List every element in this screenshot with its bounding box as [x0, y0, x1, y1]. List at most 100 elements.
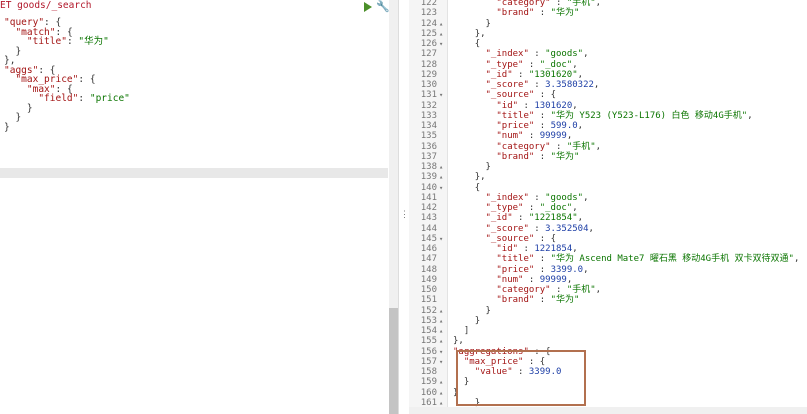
response-line: } — [485, 18, 491, 29]
line-number: 156 — [420, 346, 437, 357]
response-line: "brand" : "华为" — [496, 151, 580, 162]
fold-collapse-icon[interactable]: ▴ — [439, 306, 447, 316]
response-line: "_id" : "1301620", — [485, 69, 584, 80]
fold-collapse-icon[interactable]: ▴ — [439, 172, 447, 182]
response-line: "_source" : { — [485, 90, 556, 101]
fold-collapse-icon[interactable]: ▴ — [439, 388, 447, 398]
line-number: 128 — [420, 59, 437, 70]
response-line: "category" : "手机", — [496, 0, 602, 8]
response-horizontal-scrollbar[interactable] — [409, 407, 807, 414]
line-number: 149 — [420, 274, 437, 285]
line-number: 123 — [420, 8, 437, 19]
response-line: "brand" : "华为" — [496, 295, 580, 306]
response-line: }, — [474, 172, 486, 183]
line-number: 160 — [420, 387, 437, 398]
fold-expand-icon[interactable]: ▾ — [439, 234, 447, 244]
response-line: "_index" : "goods", — [485, 49, 589, 60]
line-number: 139 — [420, 172, 437, 183]
line-number: 130 — [420, 80, 437, 90]
line-number: 127 — [420, 49, 437, 60]
response-line: "_type" : "_doc", — [485, 203, 578, 213]
line-number: 142 — [420, 203, 437, 213]
left-scrollbar-thumb[interactable] — [389, 308, 398, 414]
wrench-icon[interactable]: 🔧 — [376, 1, 390, 12]
line-number: 129 — [420, 69, 437, 80]
response-line: }, — [474, 28, 486, 39]
aggregations-highlight-box — [456, 350, 586, 406]
line-number: 145 — [420, 233, 437, 244]
run-request-icon[interactable] — [364, 2, 372, 12]
request-editor[interactable]: ET goods/_search "query": { "match": { "t… — [0, 0, 388, 168]
request-editor-pane[interactable]: ET goods/_search "query": { "match": { "t… — [0, 0, 388, 414]
fold-collapse-icon[interactable]: ▴ — [439, 29, 447, 39]
line-number: 137 — [420, 151, 437, 162]
editor-bottom-separator — [0, 168, 388, 178]
resize-handle-icon[interactable]: ⋮ — [400, 210, 409, 220]
response-line: "_id" : "1221854", — [485, 213, 584, 224]
line-number: 122 — [420, 0, 437, 8]
line-number: 150 — [420, 285, 437, 295]
response-line: "category" : "手机", — [496, 285, 602, 295]
line-number: 147 — [420, 254, 437, 265]
line-number: 131 — [420, 90, 437, 101]
line-number: 144 — [420, 223, 437, 234]
fold-expand-icon[interactable]: ▾ — [439, 347, 447, 357]
line-number: 154 — [420, 326, 437, 336]
response-line: "_score" : 3.352504, — [485, 223, 594, 234]
response-line: }, — [453, 336, 464, 347]
fold-collapse-icon[interactable]: ▴ — [439, 326, 447, 336]
response-line: { — [474, 182, 481, 193]
line-number: 140 — [420, 182, 437, 193]
response-line: "num" : 99999, — [496, 274, 573, 285]
response-line: "_type" : "_doc", — [485, 59, 578, 70]
response-line: "title" : "华为 Y523 (Y523-L176) 白色 移动4G手机… — [496, 110, 753, 121]
line-number: 158 — [420, 367, 437, 377]
line-number: 159 — [420, 377, 437, 388]
line-number: 151 — [420, 295, 437, 306]
request-body-line[interactable]: } — [4, 122, 10, 133]
response-line: "_source" : { — [485, 233, 556, 244]
line-number: 132 — [420, 100, 437, 111]
response-line: "_index" : "goods", — [485, 192, 589, 203]
line-number: 125 — [420, 28, 437, 39]
line-number: 146 — [420, 244, 437, 254]
response-line: "category" : "手机", — [496, 141, 602, 152]
fold-collapse-icon[interactable]: ▴ — [439, 19, 447, 29]
response-line: "id" : 1301620, — [496, 100, 578, 111]
line-number: 133 — [420, 110, 437, 121]
response-line: { — [474, 39, 481, 49]
line-number: 135 — [420, 131, 437, 142]
response-line: ] — [463, 326, 470, 336]
line-number: 157 — [420, 356, 437, 367]
response-line: "title" : "华为 Ascend Mate7 曜石黑 移动4G手机 双卡… — [496, 254, 800, 265]
line-number: 152 — [420, 305, 437, 316]
line-number: 124 — [420, 18, 437, 29]
line-number: 155 — [420, 336, 437, 347]
response-line: "price" : 3399.0, — [496, 264, 589, 275]
fold-expand-icon[interactable]: ▾ — [439, 357, 447, 367]
fold-expand-icon[interactable]: ▾ — [439, 90, 447, 100]
request-line[interactable]: ET goods/_search — [0, 0, 92, 12]
fold-collapse-icon[interactable]: ▴ — [439, 336, 447, 346]
fold-collapse-icon[interactable]: ▴ — [439, 377, 447, 387]
line-number: 138 — [420, 162, 437, 172]
response-line: } — [485, 305, 491, 316]
fold-collapse-icon[interactable]: ▴ — [439, 316, 447, 326]
response-line: "num" : 99999, — [496, 131, 573, 142]
line-number: 126 — [420, 39, 437, 49]
line-number: 148 — [420, 264, 437, 275]
line-number: 143 — [420, 213, 437, 224]
line-number: 134 — [420, 121, 437, 131]
fold-collapse-icon[interactable]: ▴ — [439, 162, 447, 172]
response-line: "id" : 1221854, — [496, 244, 578, 254]
fold-expand-icon[interactable]: ▾ — [439, 183, 447, 193]
line-number: 136 — [420, 141, 437, 152]
line-number: 141 — [420, 192, 437, 203]
line-number: 153 — [420, 315, 437, 326]
response-line: "brand" : "华为" — [496, 8, 580, 19]
response-line: "price" : 599.0, — [496, 121, 584, 131]
response-line: } — [474, 315, 481, 326]
response-line: "_score" : 3.3580322, — [485, 80, 600, 90]
response-line: } — [485, 162, 491, 172]
fold-expand-icon[interactable]: ▾ — [439, 39, 447, 49]
